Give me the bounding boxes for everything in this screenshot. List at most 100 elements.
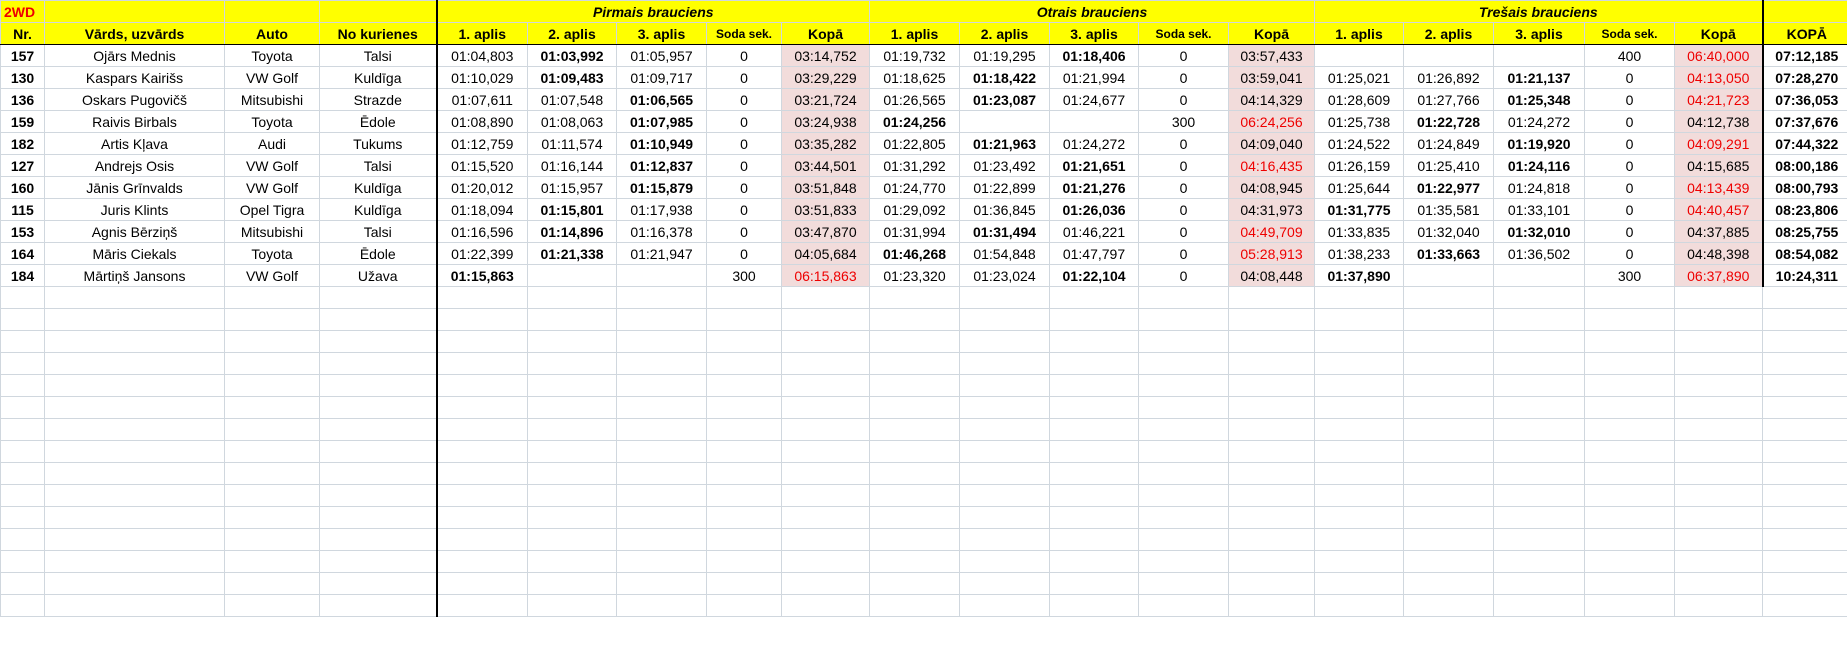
cell-r10-c3[interactable]: Užava (319, 264, 437, 287)
header-1[interactable]: Vārds, uzvārds (44, 22, 225, 45)
cell-r6-c12[interactable]: 0 (1138, 176, 1229, 199)
cell-r5-c7[interactable]: 0 (706, 154, 782, 177)
header-11[interactable]: 3. aplis (1049, 22, 1139, 45)
cell-r7-c2[interactable]: Opel Tigra (224, 198, 320, 221)
cell-r7-c3[interactable]: Kuldīga (319, 198, 437, 221)
cell-r3-c16[interactable]: 01:24,272 (1493, 110, 1585, 133)
cell-r9-c12[interactable]: 0 (1138, 242, 1229, 265)
cell-r2-c7[interactable]: 0 (706, 88, 782, 111)
cell-r5-c17[interactable]: 0 (1584, 154, 1675, 177)
cell-r3-c6[interactable]: 01:07,985 (616, 110, 707, 133)
cell-r7-c9[interactable]: 01:29,092 (869, 198, 960, 221)
cell-r8-c7[interactable]: 0 (706, 220, 782, 243)
header-14[interactable]: 1. aplis (1314, 22, 1404, 45)
cell-r2-c17[interactable]: 0 (1584, 88, 1675, 111)
cell-r3-c10[interactable] (959, 110, 1050, 133)
cell-r7-c12[interactable]: 0 (1138, 198, 1229, 221)
header-8[interactable]: Kopā (781, 22, 870, 45)
cell-r3-c11[interactable] (1049, 110, 1139, 133)
cell-r6-c8[interactable]: 03:51,848 (781, 176, 870, 199)
cell-r2-c13[interactable]: 04:14,329 (1228, 88, 1315, 111)
cell-r9-c5[interactable]: 01:21,338 (527, 242, 617, 265)
cell-r1-c7[interactable]: 0 (706, 66, 782, 89)
cell-r4-c8[interactable]: 03:35,282 (781, 132, 870, 155)
cell-r10-c10[interactable]: 01:23,024 (959, 264, 1050, 287)
cell-r2-c0[interactable]: 136 (0, 88, 45, 111)
cell-r7-c10[interactable]: 01:36,845 (959, 198, 1050, 221)
cell-r4-c18[interactable]: 04:09,291 (1673, 132, 1764, 155)
cell-r6-c2[interactable]: VW Golf (224, 176, 320, 199)
cell-r8-c0[interactable]: 153 (0, 220, 45, 243)
cell-r2-c1[interactable]: Oskars Pugovičš (44, 88, 225, 111)
cell-r4-c4[interactable]: 01:12,759 (435, 132, 528, 155)
cell-r10-c15[interactable] (1403, 264, 1494, 287)
cell-r3-c13[interactable]: 06:24,256 (1228, 110, 1315, 133)
header-3[interactable]: No kurienes (319, 22, 437, 45)
cell-r10-c18[interactable]: 06:37,890 (1673, 264, 1764, 287)
cell-r0-c16[interactable] (1493, 44, 1585, 67)
cell-r0-c2[interactable]: Toyota (224, 44, 320, 67)
cell-r9-c14[interactable]: 01:38,233 (1314, 242, 1404, 265)
cell-r6-c9[interactable]: 01:24,770 (869, 176, 960, 199)
header-7[interactable]: Soda sek. (706, 22, 782, 45)
cell-r8-c5[interactable]: 01:14,896 (527, 220, 617, 243)
cell-r2-c9[interactable]: 01:26,565 (869, 88, 960, 111)
cell-r6-c1[interactable]: Jānis Grīnvalds (44, 176, 225, 199)
cell-r2-c3[interactable]: Strazde (319, 88, 437, 111)
category-cell[interactable]: 2WD (0, 0, 45, 23)
cell-r5-c8[interactable]: 03:44,501 (781, 154, 870, 177)
cell-r2-c11[interactable]: 01:24,677 (1049, 88, 1139, 111)
cell-r5-c10[interactable]: 01:23,492 (959, 154, 1050, 177)
group-1[interactable]: Pirmais brauciens (435, 0, 870, 23)
cell-r1-c9[interactable]: 01:18,625 (869, 66, 960, 89)
cell-r0-c10[interactable]: 01:19,295 (959, 44, 1050, 67)
cell-r2-c14[interactable]: 01:28,609 (1314, 88, 1404, 111)
cell-r9-c3[interactable]: Ēdole (319, 242, 437, 265)
cell-r6-c17[interactable]: 0 (1584, 176, 1675, 199)
cell-r10-c8[interactable]: 06:15,863 (781, 264, 870, 287)
cell-r0-c12[interactable]: 0 (1138, 44, 1229, 67)
cell-r7-c1[interactable]: Juris Klints (44, 198, 225, 221)
cell-r7-c14[interactable]: 01:31,775 (1314, 198, 1404, 221)
cell-r9-c19[interactable]: 08:54,082 (1761, 242, 1847, 265)
cell-r5-c14[interactable]: 01:26,159 (1314, 154, 1404, 177)
header-13[interactable]: Kopā (1228, 22, 1315, 45)
cell-r0-c0[interactable]: 157 (0, 44, 45, 67)
cell-r0-c15[interactable] (1403, 44, 1494, 67)
cell-r5-c19[interactable]: 08:00,186 (1761, 154, 1847, 177)
cell-r9-c16[interactable]: 01:36,502 (1493, 242, 1585, 265)
cell-r6-c6[interactable]: 01:15,879 (616, 176, 707, 199)
cell-r7-c16[interactable]: 01:33,101 (1493, 198, 1585, 221)
cell-r10-c2[interactable]: VW Golf (224, 264, 320, 287)
header-18[interactable]: Kopā (1673, 22, 1764, 45)
cell-r1-c12[interactable]: 0 (1138, 66, 1229, 89)
cell-r5-c0[interactable]: 127 (0, 154, 45, 177)
cell-r9-c13[interactable]: 05:28,913 (1228, 242, 1315, 265)
cell-r5-c4[interactable]: 01:15,520 (435, 154, 528, 177)
cell-r0-c8[interactable]: 03:14,752 (781, 44, 870, 67)
cell-r2-c4[interactable]: 01:07,611 (435, 88, 528, 111)
cell-r9-c9[interactable]: 01:46,268 (869, 242, 960, 265)
cell-r10-c6[interactable] (616, 264, 707, 287)
cell-r3-c1[interactable]: Raivis Birbals (44, 110, 225, 133)
cell-r4-c1[interactable]: Artis Kļava (44, 132, 225, 155)
header-17[interactable]: Soda sek. (1584, 22, 1675, 45)
cell-r6-c10[interactable]: 01:22,899 (959, 176, 1050, 199)
cell-r3-c3[interactable]: Ēdole (319, 110, 437, 133)
cell-r10-c16[interactable] (1493, 264, 1585, 287)
cell-r4-c7[interactable]: 0 (706, 132, 782, 155)
cell-r0-c6[interactable]: 01:05,957 (616, 44, 707, 67)
cell-r9-c17[interactable]: 0 (1584, 242, 1675, 265)
cell-r1-c3[interactable]: Kuldīga (319, 66, 437, 89)
cell-r5-c3[interactable]: Talsi (319, 154, 437, 177)
cell-r5-c13[interactable]: 04:16,435 (1228, 154, 1315, 177)
cell-r8-c14[interactable]: 01:33,835 (1314, 220, 1404, 243)
cell-r0-c14[interactable] (1314, 44, 1404, 67)
cell-r8-c17[interactable]: 0 (1584, 220, 1675, 243)
cell-r1-c18[interactable]: 04:13,050 (1673, 66, 1764, 89)
cell-r4-c10[interactable]: 01:21,963 (959, 132, 1050, 155)
cell-r1-c1[interactable]: Kaspars Kairišs (44, 66, 225, 89)
header-19[interactable]: KOPĀ (1761, 22, 1847, 45)
cell-r10-c11[interactable]: 01:22,104 (1049, 264, 1139, 287)
group-2[interactable]: Otrais brauciens (869, 0, 1315, 23)
